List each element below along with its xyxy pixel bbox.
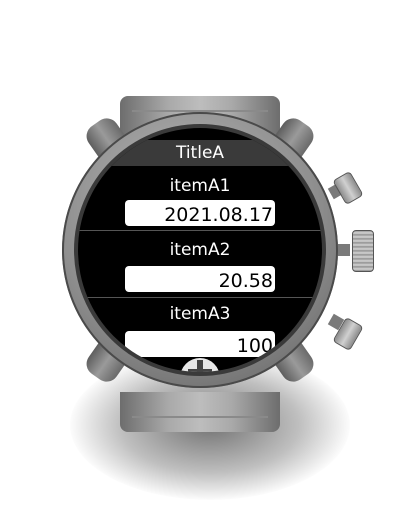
plus-icon [180,358,220,372]
item-value-field[interactable]: 20.58 [125,266,275,292]
watch-screen: TitleA itemA1 2021.08.17 itemA2 20.58 it… [78,128,322,372]
crown-button[interactable] [352,230,374,272]
item-label: itemA3 [169,304,231,324]
watch-mockup: TitleA itemA1 2021.08.17 itemA2 20.58 it… [0,0,400,512]
page-title: TitleA [78,140,322,166]
watch-strap-bottom [120,392,280,432]
item-label: itemA2 [169,240,231,260]
add-button[interactable] [180,358,220,372]
crown-stem [338,244,350,256]
item-label: itemA1 [169,176,231,196]
item-value-field[interactable]: 100 [125,331,275,357]
divider [78,297,322,298]
divider [78,230,322,231]
top-side-button[interactable] [332,170,364,206]
item-value-field[interactable]: 2021.08.17 [125,200,275,226]
